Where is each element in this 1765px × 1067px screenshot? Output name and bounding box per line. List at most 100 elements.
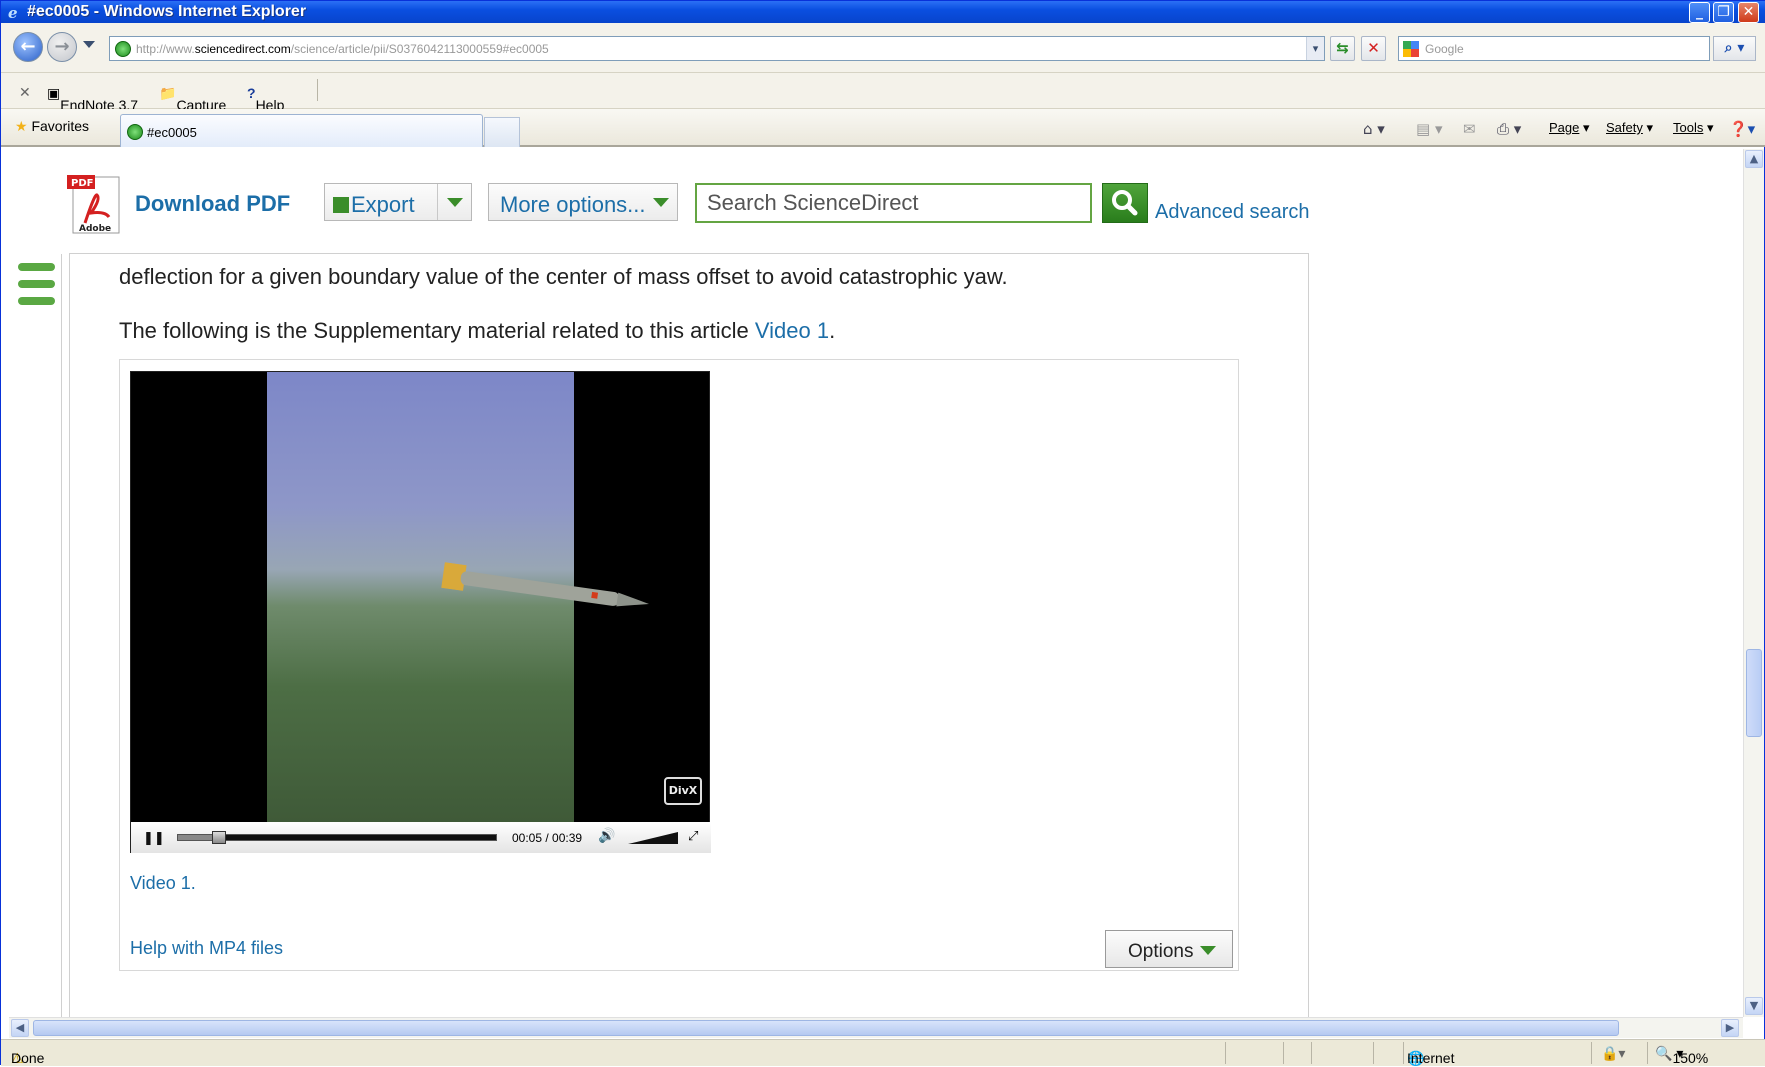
status-separator (1225, 1042, 1226, 1064)
help-mp4-link[interactable]: Help with MP4 files (130, 938, 283, 959)
protected-mode-icon[interactable]: 🔒▾ (1601, 1045, 1625, 1062)
safety-menu[interactable]: Safety ▾ (1606, 120, 1653, 136)
seek-handle[interactable] (212, 831, 227, 844)
options-button[interactable]: Options (1105, 930, 1233, 968)
refresh-button[interactable]: ⇆ (1330, 36, 1355, 61)
star-icon: ★ (15, 118, 28, 134)
seek-bar[interactable] (177, 831, 497, 844)
video-caption: Video 1. (130, 873, 196, 893)
export-button[interactable]: Export (324, 183, 472, 221)
options-label: Options (1128, 941, 1194, 962)
favorites-button[interactable]: ★ Favorites (15, 118, 89, 135)
options-dropdown-icon (1200, 946, 1216, 955)
page-menu[interactable]: Page ▾ (1549, 120, 1590, 136)
article-paragraph: deflection for a given boundary value of… (119, 264, 1008, 289)
scroll-down-button[interactable]: ▼ (1745, 997, 1763, 1015)
close-button[interactable]: ✕ (1738, 2, 1759, 23)
stop-button[interactable]: ✕ (1361, 36, 1386, 61)
google-icon (1403, 41, 1419, 57)
back-button[interactable]: ← (13, 32, 43, 62)
svg-text:Adobe: Adobe (79, 224, 111, 234)
status-separator (1647, 1042, 1648, 1064)
fullscreen-icon[interactable]: ⤢ (688, 829, 698, 844)
duration: 00:39 (552, 831, 583, 845)
video-1-link[interactable]: Video 1 (755, 318, 829, 343)
left-divider (61, 254, 62, 1017)
status-separator (1311, 1042, 1312, 1064)
supplementary-material-box: DivX ❚❚ 00:05 / 00:39 🔊 ⤢ Video 1. Help … (119, 359, 1239, 971)
divx-watermark: DivX (664, 777, 702, 805)
supplementary-intro: The following is the Supplementary mater… (119, 318, 836, 343)
pdf-icon[interactable]: PDF Adobe (65, 173, 123, 235)
address-row: ← → http://www.sciencedirect.com/science… (1, 23, 1765, 73)
status-separator (1283, 1042, 1284, 1064)
more-options-button[interactable]: More options... (488, 183, 678, 221)
tab-favicon (127, 124, 143, 140)
more-options-dropdown-icon (653, 198, 669, 207)
home-icon[interactable]: ⌂ ▾ (1363, 120, 1385, 138)
address-dropdown-button[interactable]: ▾ (1306, 37, 1324, 60)
help-button[interactable]: ? Help (247, 85, 284, 113)
scroll-left-button[interactable]: ◀ (11, 1019, 29, 1037)
menu-icon[interactable] (18, 263, 55, 314)
status-separator (1373, 1042, 1374, 1064)
window-title: #ec0005 - Windows Internet Explorer (27, 3, 307, 20)
volume-slider[interactable] (628, 832, 678, 844)
title-bar: e #ec0005 - Windows Internet Explorer _ … (1, 1, 1765, 23)
horizontal-scroll-thumb[interactable] (33, 1020, 1619, 1036)
video-frame: DivX (267, 372, 702, 822)
active-tab[interactable]: #ec0005 (120, 114, 483, 147)
tools-menu[interactable]: Tools ▾ (1673, 120, 1714, 136)
advanced-search-link[interactable]: Advanced search (1155, 201, 1310, 224)
restore-button[interactable]: ❐ (1713, 2, 1734, 23)
svg-text:e: e (8, 4, 18, 20)
svg-text:PDF: PDF (71, 178, 93, 189)
minimize-button[interactable]: _ (1689, 2, 1710, 23)
feeds-icon[interactable]: ▤ ▾ (1416, 120, 1442, 138)
status-separator (1591, 1042, 1592, 1064)
scroll-up-button[interactable]: ▲ (1745, 150, 1763, 168)
status-bar: ⚠ Done 🌐 Internet 🔒▾ 🔍 150% ▾ (1, 1039, 1765, 1066)
browser-window: e #ec0005 - Windows Internet Explorer _ … (0, 0, 1765, 1066)
vertical-scroll-thumb[interactable] (1746, 649, 1762, 737)
help-menu-icon[interactable]: ❓▾ (1729, 120, 1755, 138)
new-tab-button[interactable] (484, 117, 520, 147)
internet-explorer-icon: e (8, 4, 18, 20)
volume-icon[interactable]: 🔊 (598, 828, 615, 844)
forward-button[interactable]: → (47, 32, 77, 62)
status-separator (1403, 1042, 1404, 1064)
download-pdf-link[interactable]: Download PDF (135, 191, 290, 217)
sciencedirect-search-field[interactable] (695, 183, 1092, 223)
search-submit-button[interactable] (1102, 183, 1148, 223)
video-player[interactable]: DivX ❚❚ 00:05 / 00:39 🔊 ⤢ (130, 371, 711, 853)
pause-icon[interactable]: ❚❚ (143, 831, 165, 846)
horizontal-scrollbar[interactable]: ◀ ▶ (9, 1017, 1743, 1038)
security-status-icon (115, 41, 131, 57)
links-toolbar: ✕ ▣ EndNote 3.7 📁 Capture ? Help (1, 73, 1765, 113)
recent-pages-dropdown-icon[interactable] (83, 41, 95, 48)
sciencedirect-search-input[interactable] (707, 190, 1077, 216)
endnote-button[interactable]: ▣ EndNote 3.7 (47, 85, 138, 113)
export-icon (333, 197, 349, 213)
scroll-right-button[interactable]: ▶ (1721, 1019, 1739, 1037)
vertical-scrollbar[interactable]: ▲ ▼ (1743, 149, 1764, 1017)
search-box[interactable]: Google (1398, 36, 1710, 61)
toolbar-separator (317, 79, 318, 101)
export-split (437, 184, 438, 220)
mail-icon[interactable]: ✉ (1463, 120, 1476, 138)
zoom-control[interactable]: 🔍 150% ▾ (1655, 1045, 1708, 1066)
address-bar[interactable]: http://www.sciencedirect.com/science/art… (109, 36, 1325, 61)
page-content: PDF Adobe Download PDF Export More optio… (9, 149, 1743, 1017)
export-dropdown-icon[interactable] (447, 198, 463, 207)
print-icon[interactable]: ⎙ ▾ (1497, 120, 1521, 138)
current-time: 00:05 (512, 831, 543, 845)
video-controls: ❚❚ 00:05 / 00:39 🔊 ⤢ (131, 822, 711, 853)
export-label: Export (351, 192, 415, 217)
search-box-placeholder: Google (1425, 42, 1464, 56)
close-toolbar-icon[interactable]: ✕ (19, 85, 31, 101)
time-display: 00:05 / 00:39 (512, 831, 583, 845)
search-button[interactable]: ⌕ ▾ (1713, 36, 1756, 61)
tab-title: #ec0005 (147, 125, 197, 140)
zoom-level: 150% (1672, 1050, 1709, 1066)
capture-button[interactable]: 📁 Capture (159, 85, 226, 113)
